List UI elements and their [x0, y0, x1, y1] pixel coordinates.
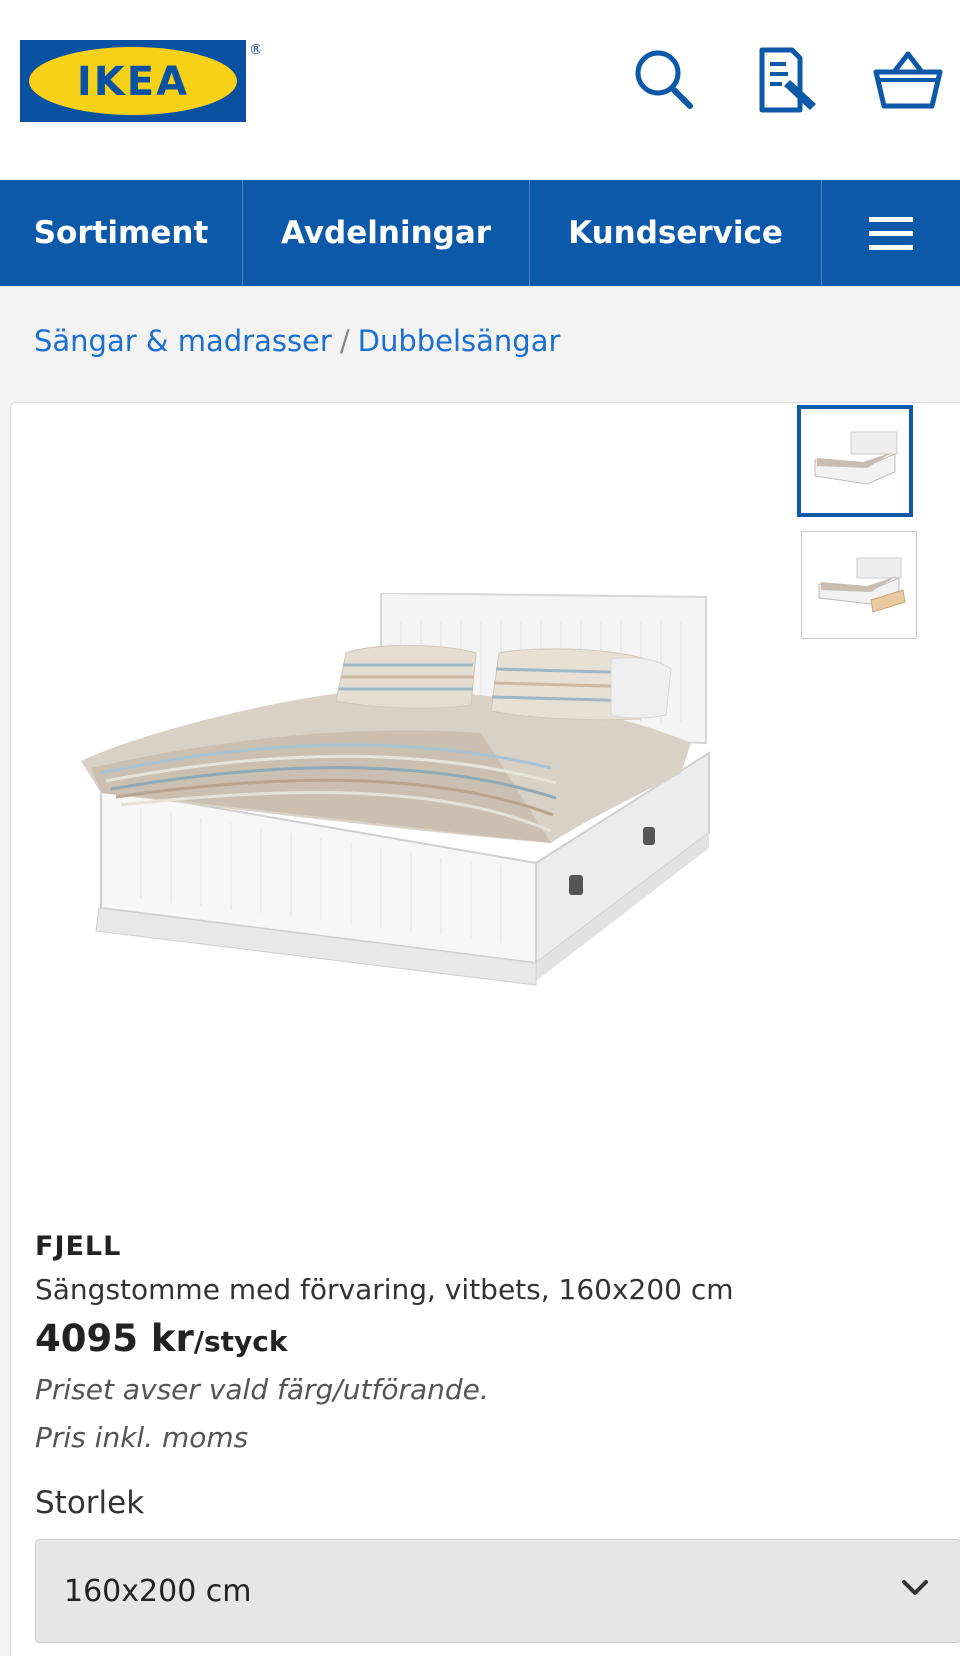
basket-icon[interactable] — [872, 44, 944, 116]
thumbnail-bed-drawer-image — [818, 557, 906, 613]
price-note: Priset avser vald färg/utförande. — [35, 1373, 489, 1406]
shopping-list-icon[interactable] — [752, 44, 824, 116]
registered-mark: ® — [249, 42, 260, 58]
size-select-value: 160x200 cm — [64, 1573, 252, 1609]
hamburger-menu-icon[interactable] — [822, 180, 960, 286]
nav-item-sortiment[interactable]: Sortiment — [0, 180, 243, 286]
search-icon[interactable] — [628, 44, 700, 116]
nav-item-avdelningar[interactable]: Avdelningar — [243, 180, 530, 286]
product-card: FJELL Sängstomme med förvaring, vitbets,… — [10, 402, 960, 1656]
header: IKEA ® — [0, 0, 960, 180]
nav-item-kundservice[interactable]: Kundservice — [530, 180, 822, 286]
thumbnail-1[interactable] — [797, 405, 913, 517]
size-select[interactable]: 160x200 cm — [35, 1539, 960, 1643]
ikea-logo[interactable]: IKEA ® — [20, 40, 263, 126]
price-unit: /styck — [193, 1325, 288, 1358]
thumbnail-bed-image — [814, 431, 898, 485]
breadcrumb-separator: / — [339, 324, 350, 358]
breadcrumb-link-dubbelsangar[interactable]: Dubbelsängar — [358, 324, 561, 358]
product-description: Sängstomme med förvaring, vitbets, 160x2… — [35, 1273, 734, 1306]
chevron-down-icon — [902, 1580, 928, 1595]
breadcrumb-link-sangar-madrasser[interactable]: Sängar & madrasser — [34, 324, 332, 358]
product-name: FJELL — [35, 1231, 122, 1262]
vat-note: Pris inkl. moms — [35, 1421, 249, 1454]
thumbnail-2[interactable] — [801, 531, 917, 639]
logo-text: IKEA — [77, 59, 189, 105]
price-amount: 4095 kr — [35, 1317, 194, 1360]
product-price: 4095 kr/styck — [35, 1317, 287, 1360]
size-label: Storlek — [35, 1485, 145, 1521]
product-image-bed[interactable] — [81, 591, 771, 1023]
main-nav: Sortiment Avdelningar Kundservice — [0, 180, 960, 286]
breadcrumb: Sängar & madrasser / Dubbelsängar — [34, 324, 560, 358]
